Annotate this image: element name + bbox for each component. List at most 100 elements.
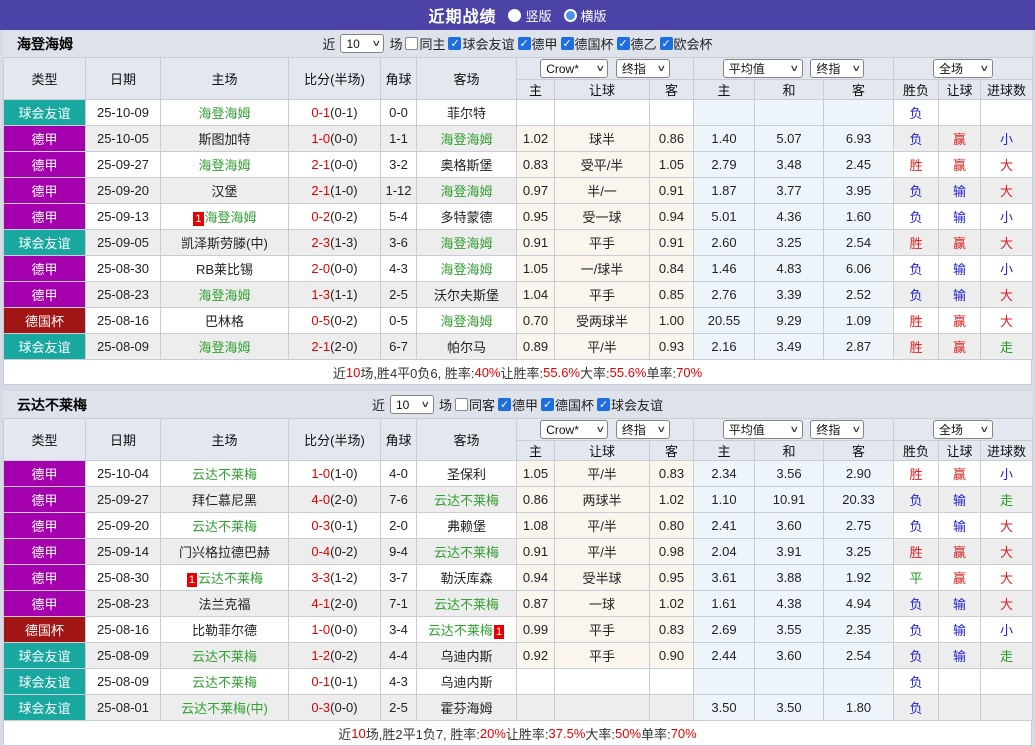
home-team: 汉堡 — [160, 177, 289, 204]
match-row: 德甲 25-09-20 汉堡 2-1(1-0) 1-12 海登海姆 0.97 半/一 0.91 1… — [3, 177, 1034, 204]
odds-final-select[interactable]: 终指 ∨ — [615, 58, 670, 78]
col-avg-draw: 和 — [754, 79, 824, 100]
home-team: 海登海姆 — [160, 99, 289, 126]
avg-odds-away: 1.92 — [823, 564, 894, 591]
handicap-result-cell: 赢 — [938, 229, 981, 256]
avg-final-select[interactable]: 终指 ∨ — [810, 420, 865, 439]
handicap-odds-home — [516, 694, 555, 721]
chevron-down-icon: ∨ — [979, 63, 990, 73]
goals-result-cell — [979, 694, 1034, 721]
section-header: 云达不莱梅 近 10∨ 场 同客 德甲德国杯球会友谊 — [3, 391, 1032, 418]
home-team: 云达不莱梅 — [160, 668, 289, 695]
avg-odds-away: 6.06 — [823, 255, 894, 282]
section-team-name: 海登海姆 — [17, 35, 73, 52]
league-filter-checkbox[interactable]: 德甲 — [498, 395, 538, 414]
avg-odds-home: 2.44 — [693, 642, 755, 669]
match-row: 德甲 25-10-05 斯图加特 1-0(0-0) 1-1 海登海姆 1.02 球半 0.86 1… — [3, 125, 1034, 152]
handicap-odds-home — [516, 668, 555, 695]
layout-radio-horizontal[interactable]: 横版 — [563, 6, 607, 25]
avg-odds-away — [823, 668, 894, 695]
odds-source-select[interactable]: Crow* ∨ — [540, 420, 609, 440]
title-bar: 近期战绩 竖版 横版 — [0, 0, 1035, 30]
result-cell: 负 — [893, 255, 939, 282]
result-cell: 负 — [893, 590, 939, 617]
match-count-select[interactable]: 10 ∨ — [340, 34, 385, 53]
handicap-odds-home: 0.99 — [516, 616, 555, 643]
goals-result-cell: 小 — [979, 125, 1034, 152]
avg-odds-away: 6.93 — [823, 125, 894, 152]
handicap-result-cell: 输 — [938, 642, 981, 669]
match-score: 1-3(1-1) — [288, 281, 381, 308]
away-team: 圣保利 — [416, 460, 517, 487]
corner-score: 2-5 — [380, 694, 417, 721]
avg-select[interactable]: 平均值 ∨ — [722, 59, 803, 78]
match-type: 德甲 — [3, 203, 86, 230]
match-score: 2-3(1-3) — [288, 229, 381, 256]
match-score: 2-1(1-0) — [288, 177, 381, 204]
same-home-filter[interactable]: 同主 — [405, 34, 445, 53]
corner-score: 0-5 — [380, 307, 417, 334]
match-date: 25-09-20 — [85, 177, 161, 204]
match-count-select[interactable]: 10 ∨ — [389, 395, 434, 414]
goals-result-cell: 大 — [979, 229, 1034, 256]
league-filter-checkbox[interactable]: 球会友谊 — [597, 395, 663, 414]
avg-odds-home: 1.61 — [693, 590, 755, 617]
match-row: 德甲 25-09-27 拜仁慕尼黑 4-0(2-0) 7-6 云达不莱梅 0.86 两球半 1.… — [3, 486, 1034, 513]
handicap-odds-home: 0.89 — [516, 333, 555, 360]
league-filter-checkbox[interactable]: 德甲 — [517, 34, 558, 53]
handicap-line: 平手 — [554, 229, 650, 256]
away-team: 乌迪内斯 — [416, 668, 517, 695]
home-team: 拜仁慕尼黑 — [160, 486, 289, 513]
league-filter-checkbox[interactable]: 德乙 — [616, 34, 657, 53]
home-team: 比勒菲尔德 — [160, 616, 289, 643]
result-cell: 胜 — [893, 229, 939, 256]
scope-select[interactable]: 全场 ∨ — [933, 59, 994, 78]
chevron-down-icon: ∨ — [371, 38, 382, 48]
league-filter-checkbox[interactable]: 德国杯 — [560, 34, 614, 53]
league-filter-checkbox[interactable]: 欧会杯 — [659, 34, 713, 53]
match-score: 0-1(0-1) — [288, 99, 381, 126]
odds-source-select[interactable]: Crow* ∨ — [540, 59, 609, 79]
handicap-line: 受半球 — [554, 564, 650, 591]
avg-final-select[interactable]: 终指 ∨ — [810, 59, 865, 78]
same-away-filter[interactable]: 同客 — [454, 395, 495, 414]
handicap-result-cell: 输 — [938, 177, 981, 204]
checkbox-checked-icon — [597, 398, 611, 411]
handicap-result-cell: 赢 — [938, 460, 981, 487]
checkbox-checked-icon — [517, 37, 531, 50]
col-handicap-result: 让球 — [938, 440, 981, 461]
handicap-odds-away: 1.05 — [649, 151, 694, 178]
layout-radio-vertical[interactable]: 竖版 — [508, 6, 552, 25]
handicap-line: 平手 — [554, 616, 650, 643]
avg-odds-draw: 4.36 — [754, 203, 824, 230]
match-score: 2-0(0-0) — [288, 255, 381, 282]
match-row: 球会友谊 25-09-05 凯泽斯劳滕(中) 2-3(1-3) 3-6 海登海姆 0.91 平… — [3, 229, 1034, 256]
avg-select-band: 平均值 ∨ 终指 ∨ — [693, 418, 894, 441]
col-away: 客场 — [416, 57, 517, 100]
handicap-line: 平/半 — [554, 333, 650, 360]
section-team-name: 云达不莱梅 — [17, 396, 87, 413]
handicap-odds-home: 1.04 — [516, 281, 555, 308]
handicap-line: 受平/半 — [554, 151, 650, 178]
col-odds-home: 主 — [516, 79, 555, 100]
home-team: 云达不莱梅 — [160, 642, 289, 669]
away-team: 云达不莱梅 — [416, 538, 517, 565]
handicap-odds-home: 0.94 — [516, 564, 555, 591]
goals-result-cell: 走 — [979, 333, 1034, 360]
odds-final-select[interactable]: 终指 ∨ — [615, 419, 670, 439]
away-team: 勒沃库森 — [416, 564, 517, 591]
col-odds-handicap: 让球 — [554, 440, 650, 461]
league-filter-checkbox[interactable]: 德国杯 — [541, 395, 594, 414]
league-filter-checkbox[interactable]: 球会友谊 — [448, 34, 515, 53]
scope-select[interactable]: 全场 ∨ — [933, 420, 994, 439]
match-type: 德甲 — [3, 512, 86, 539]
match-type: 德甲 — [3, 460, 86, 487]
goals-result-cell — [979, 99, 1034, 126]
result-cell: 平 — [893, 564, 939, 591]
avg-odds-draw: 3.56 — [754, 460, 824, 487]
match-date: 25-08-23 — [85, 281, 161, 308]
avg-odds-away: 3.95 — [823, 177, 894, 204]
col-date: 日期 — [85, 418, 161, 461]
handicap-result-cell — [938, 99, 981, 126]
avg-select[interactable]: 平均值 ∨ — [722, 420, 803, 439]
